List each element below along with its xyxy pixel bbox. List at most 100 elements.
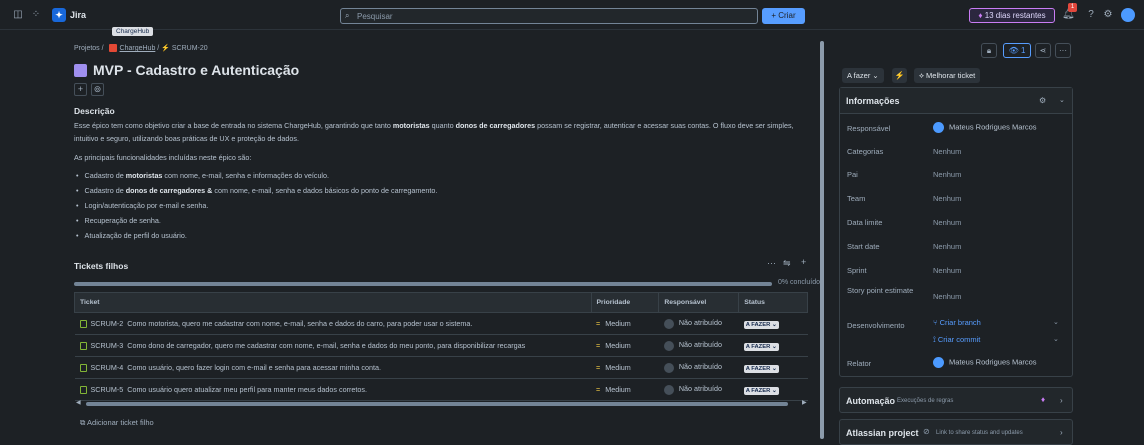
field-label: Team bbox=[847, 194, 866, 203]
issue-title[interactable]: MVP - Cadastro e Autenticação bbox=[93, 62, 299, 78]
app-name[interactable]: Jira bbox=[70, 10, 86, 20]
search-input[interactable]: ⌕ Pesquisar bbox=[340, 8, 758, 24]
lock-icon[interactable]: 🔒︎ bbox=[981, 43, 997, 58]
add-child-ticket-button[interactable]: ⧉ Adicionar ticket filho bbox=[80, 418, 154, 428]
start-date-field[interactable]: Nenhum bbox=[933, 242, 961, 251]
ticket-summary[interactable]: Como motorista, quero me cadastrar com n… bbox=[127, 319, 472, 328]
chevron-down-icon[interactable]: ⌄ bbox=[1059, 96, 1065, 104]
ticket-key[interactable]: SCRUM-3 bbox=[91, 341, 124, 350]
table-row[interactable]: SCRUM-2 Como motorista, quero me cadastr… bbox=[74, 312, 808, 335]
scroll-left-icon[interactable]: ◀ bbox=[76, 399, 81, 406]
categories-field[interactable]: Nenhum bbox=[933, 147, 961, 156]
apps-icon[interactable]: ⊚ bbox=[91, 83, 104, 96]
unassigned-avatar-icon bbox=[663, 340, 674, 351]
share-icon[interactable]: ⋖ bbox=[1035, 43, 1051, 58]
avatar bbox=[933, 357, 944, 368]
add-child-icon[interactable]: + bbox=[801, 257, 806, 267]
lightning-icon[interactable]: ⚡ bbox=[892, 68, 907, 83]
field-label: Relator bbox=[847, 359, 872, 368]
status-dropdown[interactable]: A FAZER ⌄ bbox=[743, 342, 779, 351]
priority-medium-icon: = bbox=[596, 385, 601, 394]
status-dropdown[interactable]: A FAZER ⌄ bbox=[743, 386, 779, 395]
chevron-down-icon[interactable]: ⌄ bbox=[1053, 318, 1059, 326]
status-dropdown[interactable]: A FAZER ⌄ bbox=[743, 320, 779, 329]
vertical-scrollbar[interactable] bbox=[819, 31, 825, 443]
description-heading: Descrição bbox=[74, 106, 115, 116]
list-item: Recuperação de senha. bbox=[76, 216, 161, 225]
column-header[interactable]: Ticket bbox=[74, 292, 592, 313]
branch-icon: ⑂ bbox=[933, 318, 940, 327]
column-header[interactable]: Prioridade bbox=[590, 292, 660, 313]
ticket-assignee[interactable]: Não atribuído bbox=[679, 362, 722, 371]
breadcrumb-project[interactable]: ChargeHub bbox=[120, 45, 156, 52]
ticket-priority[interactable]: Medium bbox=[605, 363, 631, 372]
chevron-down-icon[interactable]: ⌄ bbox=[1053, 335, 1059, 343]
ticket-key[interactable]: SCRUM-2 bbox=[91, 319, 124, 328]
story-points-field[interactable]: Nenhum bbox=[933, 292, 961, 301]
project-icon bbox=[108, 44, 117, 53]
ticket-assignee[interactable]: Não atribuído bbox=[679, 318, 722, 327]
column-header[interactable]: Status bbox=[738, 292, 808, 313]
unassigned-avatar-icon bbox=[663, 318, 674, 329]
table-row[interactable]: SCRUM-4 Como usuário, quero fazer login … bbox=[74, 356, 808, 379]
ticket-priority[interactable]: Medium bbox=[605, 385, 631, 394]
breadcrumb-projects[interactable]: Projetos bbox=[74, 45, 100, 52]
watch-button[interactable]: 👁︎ 1 bbox=[1003, 43, 1031, 58]
column-header[interactable]: Responsável bbox=[658, 292, 740, 313]
more-icon[interactable]: ··· bbox=[767, 258, 776, 268]
add-icon[interactable]: + bbox=[74, 83, 87, 96]
assignee-field[interactable]: Mateus Rodrigues Marcos bbox=[933, 122, 1037, 133]
status-dropdown[interactable]: A FAZER ⌄ bbox=[743, 364, 779, 373]
field-label: Story point estimate bbox=[847, 286, 914, 295]
ticket-summary[interactable]: Como usuário quero atualizar meu perfil … bbox=[127, 385, 367, 394]
reporter-field[interactable]: Mateus Rodrigues Marcos bbox=[933, 357, 1037, 368]
description-paragraph[interactable]: Esse épico tem como objetivo criar a bas… bbox=[74, 120, 809, 145]
ticket-priority[interactable]: Medium bbox=[605, 319, 631, 328]
description-paragraph-2: As principais funcionalidades incluídas … bbox=[74, 153, 252, 162]
sidebar-toggle-icon[interactable]: ◫ bbox=[12, 9, 24, 21]
chevron-right-icon[interactable]: › bbox=[1060, 396, 1063, 405]
improve-ticket-button[interactable]: ⟡ Melhorar ticket bbox=[914, 68, 981, 83]
status-select[interactable]: A fazer ⌄ bbox=[842, 68, 884, 83]
ticket-key[interactable]: SCRUM-5 bbox=[91, 385, 124, 394]
scrollbar-thumb[interactable] bbox=[820, 41, 824, 439]
table-row[interactable]: SCRUM-5 Como usuário quero atualizar meu… bbox=[74, 378, 808, 401]
parent-field[interactable]: Nenhum bbox=[933, 170, 961, 179]
ticket-summary[interactable]: Como dono de carregador, quero me cadast… bbox=[127, 341, 525, 350]
avatar bbox=[933, 122, 944, 133]
horizontal-scrollbar[interactable]: ◀ ▶ bbox=[76, 399, 807, 406]
gear-icon[interactable]: ⚙ bbox=[1039, 96, 1046, 105]
jira-logo-icon[interactable]: ✦ bbox=[52, 8, 66, 22]
user-avatar[interactable] bbox=[1121, 8, 1135, 22]
scrollbar-thumb[interactable] bbox=[86, 402, 788, 406]
sprint-field[interactable]: Nenhum bbox=[933, 266, 961, 275]
team-field[interactable]: Nenhum bbox=[933, 194, 961, 203]
filter-icon[interactable]: ⇋ bbox=[783, 258, 791, 269]
progress-label: 0% concluído bbox=[778, 279, 821, 286]
ticket-assignee[interactable]: Não atribuído bbox=[679, 340, 722, 349]
create-button[interactable]: + Criar bbox=[762, 8, 805, 24]
field-label: Responsável bbox=[847, 124, 891, 133]
due-date-field[interactable]: Nenhum bbox=[933, 218, 961, 227]
ticket-assignee[interactable]: Não atribuído bbox=[679, 384, 722, 393]
ticket-priority[interactable]: Medium bbox=[605, 341, 631, 350]
field-label: Desenvolvimento bbox=[847, 321, 905, 330]
ticket-key[interactable]: SCRUM-4 bbox=[91, 363, 124, 372]
create-branch-link[interactable]: ⑂ Criar branch bbox=[933, 318, 981, 327]
app-switcher-icon[interactable]: ⁘ bbox=[30, 9, 42, 21]
table-row[interactable]: SCRUM-3 Como dono de carregador, quero m… bbox=[74, 334, 808, 357]
story-icon bbox=[79, 320, 87, 329]
create-commit-link[interactable]: ⟟ Criar commit bbox=[933, 335, 980, 345]
more-actions-icon[interactable]: ··· bbox=[1055, 43, 1071, 58]
atlassian-project-panel[interactable]: Atlassian project ⊘ Link to share status… bbox=[839, 419, 1073, 445]
scroll-right-icon[interactable]: ▶ bbox=[802, 399, 807, 406]
info-panel-header[interactable]: Informações ⚙ ⌄ bbox=[840, 88, 1072, 114]
automation-panel[interactable]: Automação Execuções de regras ♦ › bbox=[839, 387, 1073, 413]
help-icon[interactable]: ? bbox=[1085, 9, 1097, 21]
trial-button[interactable]: ♦ 13 dias restantes bbox=[969, 8, 1055, 23]
settings-icon[interactable]: ⚙ bbox=[1102, 9, 1114, 21]
chevron-right-icon[interactable]: › bbox=[1060, 428, 1063, 437]
breadcrumb-issue[interactable]: SCRUM-20 bbox=[172, 45, 208, 52]
ticket-summary[interactable]: Como usuário, quero fazer login com e-ma… bbox=[127, 363, 381, 372]
progress-bar bbox=[74, 282, 772, 286]
